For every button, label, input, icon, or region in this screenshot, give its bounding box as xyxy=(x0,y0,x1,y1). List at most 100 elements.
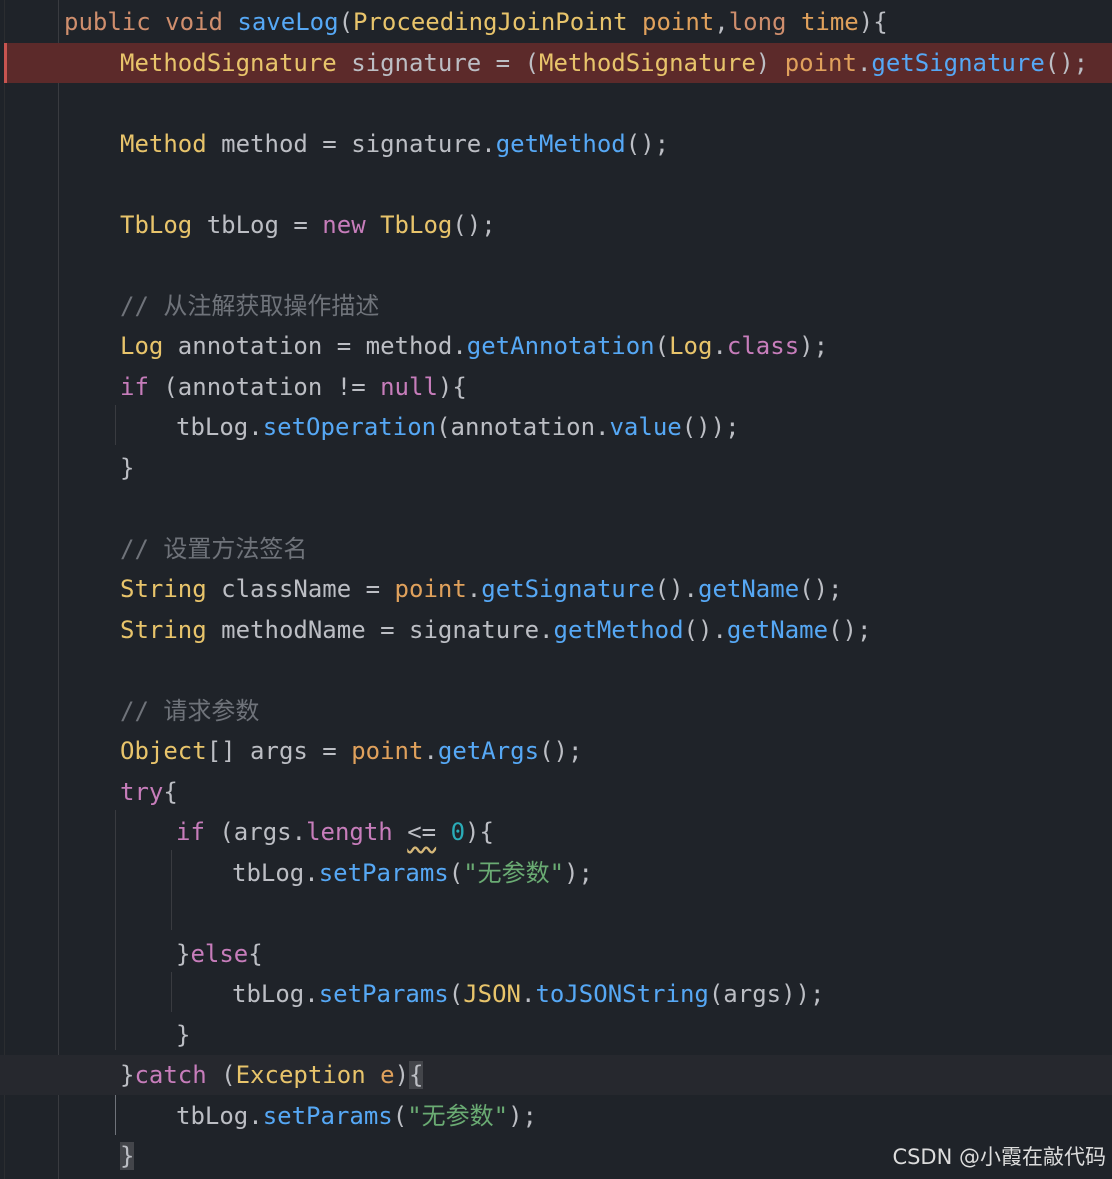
code-line[interactable]: Method method = signature.getMethod(); xyxy=(0,124,1112,164)
code-token: new xyxy=(322,210,381,239)
code-token: JSON xyxy=(463,980,521,1008)
code-token: . xyxy=(856,48,872,77)
code-text: String methodName = signature.getMethod(… xyxy=(120,610,871,650)
code-line[interactable]: try{ xyxy=(0,772,1112,812)
code-line[interactable]: if (args.length <= 0){ xyxy=(0,812,1112,852)
code-token: . xyxy=(466,575,482,603)
code-token: if xyxy=(176,818,220,846)
code-token: signature = ( xyxy=(351,48,540,77)
if-block-guide xyxy=(115,405,116,445)
code-token: (annotation != xyxy=(163,372,381,401)
code-text: tbLog.setParams("无参数"); xyxy=(232,853,593,893)
code-token: tbLog. xyxy=(176,1101,263,1130)
code-line[interactable]: }else{ xyxy=(0,934,1112,974)
code-token: TbLog xyxy=(380,210,453,239)
code-token: e xyxy=(380,1061,395,1089)
code-token: ){ xyxy=(858,8,888,36)
code-line[interactable] xyxy=(0,650,1112,690)
code-token: (); xyxy=(828,615,872,644)
code-token: , xyxy=(714,8,729,36)
code-token: . xyxy=(712,332,727,360)
try-block-guide xyxy=(115,810,116,1050)
code-token: { xyxy=(409,1061,424,1089)
code-token: length xyxy=(306,818,393,846)
code-line[interactable]: MethodSignature signature = (MethodSigna… xyxy=(4,42,1112,83)
code-token: point xyxy=(784,48,857,77)
code-token: ); xyxy=(508,1101,538,1130)
code-text: } xyxy=(176,1015,190,1055)
code-token: (args. xyxy=(219,818,307,846)
code-token: ); xyxy=(564,858,594,887)
code-token: } xyxy=(176,939,191,968)
code-line[interactable] xyxy=(0,488,1112,528)
code-line[interactable]: // 从注解获取操作描述 xyxy=(0,286,1112,326)
code-line[interactable]: } xyxy=(0,1015,1112,1055)
code-text: // 请求参数 xyxy=(120,691,259,731)
code-token: setParams xyxy=(318,980,449,1008)
code-line[interactable]: Log annotation = method.getAnnotation(Lo… xyxy=(0,326,1112,366)
code-text: tbLog.setParams("无参数"); xyxy=(176,1096,537,1136)
code-token: method = signature. xyxy=(221,129,496,158)
code-text: }else{ xyxy=(176,934,263,974)
csdn-watermark: CSDN @小霞在敲代码 xyxy=(892,1145,1106,1169)
code-token: getSignature xyxy=(481,575,655,603)
code-text: } xyxy=(120,1136,135,1176)
code-token: Method xyxy=(120,129,222,158)
code-line[interactable]: // 请求参数 xyxy=(0,691,1112,731)
code-editor[interactable]: public void saveLog(ProceedingJoinPoint … xyxy=(0,0,1112,1179)
code-text: // 从注解获取操作描述 xyxy=(120,286,379,326)
code-token: String xyxy=(120,575,222,603)
code-token: ( xyxy=(448,858,464,887)
code-token: point xyxy=(394,575,467,603)
code-token: className = xyxy=(221,575,395,603)
code-line[interactable]: // 设置方法签名 xyxy=(0,529,1112,569)
code-line[interactable]: String methodName = signature.getMethod(… xyxy=(0,610,1112,650)
code-line[interactable]: tbLog.setParams("无参数"); xyxy=(0,1096,1112,1136)
code-token: setParams xyxy=(262,1101,393,1130)
code-token: else xyxy=(190,939,249,968)
code-token: } xyxy=(120,453,135,482)
code-token: void xyxy=(165,8,238,36)
code-token: "无参数" xyxy=(463,858,565,887)
code-text: if (annotation != null){ xyxy=(120,367,467,407)
code-token: null xyxy=(380,372,438,401)
code-text: } xyxy=(120,448,134,488)
code-token: tbLog. xyxy=(232,980,319,1008)
code-line[interactable]: tbLog.setParams("无参数"); xyxy=(0,853,1112,893)
code-line[interactable] xyxy=(0,83,1112,123)
catch-block-guide xyxy=(115,1095,116,1135)
code-token: Object xyxy=(120,737,207,765)
code-line[interactable]: tbLog.setOperation(annotation.value()); xyxy=(0,407,1112,447)
code-line[interactable]: }catch (Exception e){ xyxy=(0,1055,1112,1095)
code-line[interactable] xyxy=(0,893,1112,933)
code-token: ProceedingJoinPoint xyxy=(353,8,642,36)
code-token: (). xyxy=(654,575,698,603)
code-line[interactable] xyxy=(0,245,1112,285)
code-token: { xyxy=(163,777,178,806)
code-text: public void saveLog(ProceedingJoinPoint … xyxy=(64,2,888,42)
code-line[interactable]: public void saveLog(ProceedingJoinPoint … xyxy=(0,2,1112,42)
code-token: setParams xyxy=(318,858,449,887)
if-inner-guide xyxy=(171,850,172,930)
code-token: getAnnotation xyxy=(466,332,655,360)
code-line[interactable]: TbLog tbLog = new TbLog(); xyxy=(0,205,1112,245)
code-line[interactable]: Object[] args = point.getArgs(); xyxy=(0,731,1112,771)
code-token: tbLog. xyxy=(176,413,263,441)
code-line[interactable] xyxy=(0,164,1112,204)
code-token: if xyxy=(120,372,164,401)
code-token: ( xyxy=(392,1101,408,1130)
code-line[interactable]: if (annotation != null){ xyxy=(0,367,1112,407)
code-token: ){ xyxy=(437,372,467,401)
code-token: <= xyxy=(407,818,437,846)
code-token: class xyxy=(726,332,800,360)
code-line[interactable]: } xyxy=(0,448,1112,488)
code-text: String className = point.getSignature().… xyxy=(120,569,843,609)
code-token: setOperation xyxy=(262,413,437,441)
code-token: ()); xyxy=(681,413,740,441)
code-token: // 从注解获取操作描述 xyxy=(120,291,380,320)
code-token: saveLog xyxy=(237,8,339,36)
code-token: getName xyxy=(726,615,829,644)
code-line[interactable]: tbLog.setParams(JSON.toJSONString(args))… xyxy=(0,974,1112,1014)
code-line[interactable]: String className = point.getSignature().… xyxy=(0,569,1112,609)
